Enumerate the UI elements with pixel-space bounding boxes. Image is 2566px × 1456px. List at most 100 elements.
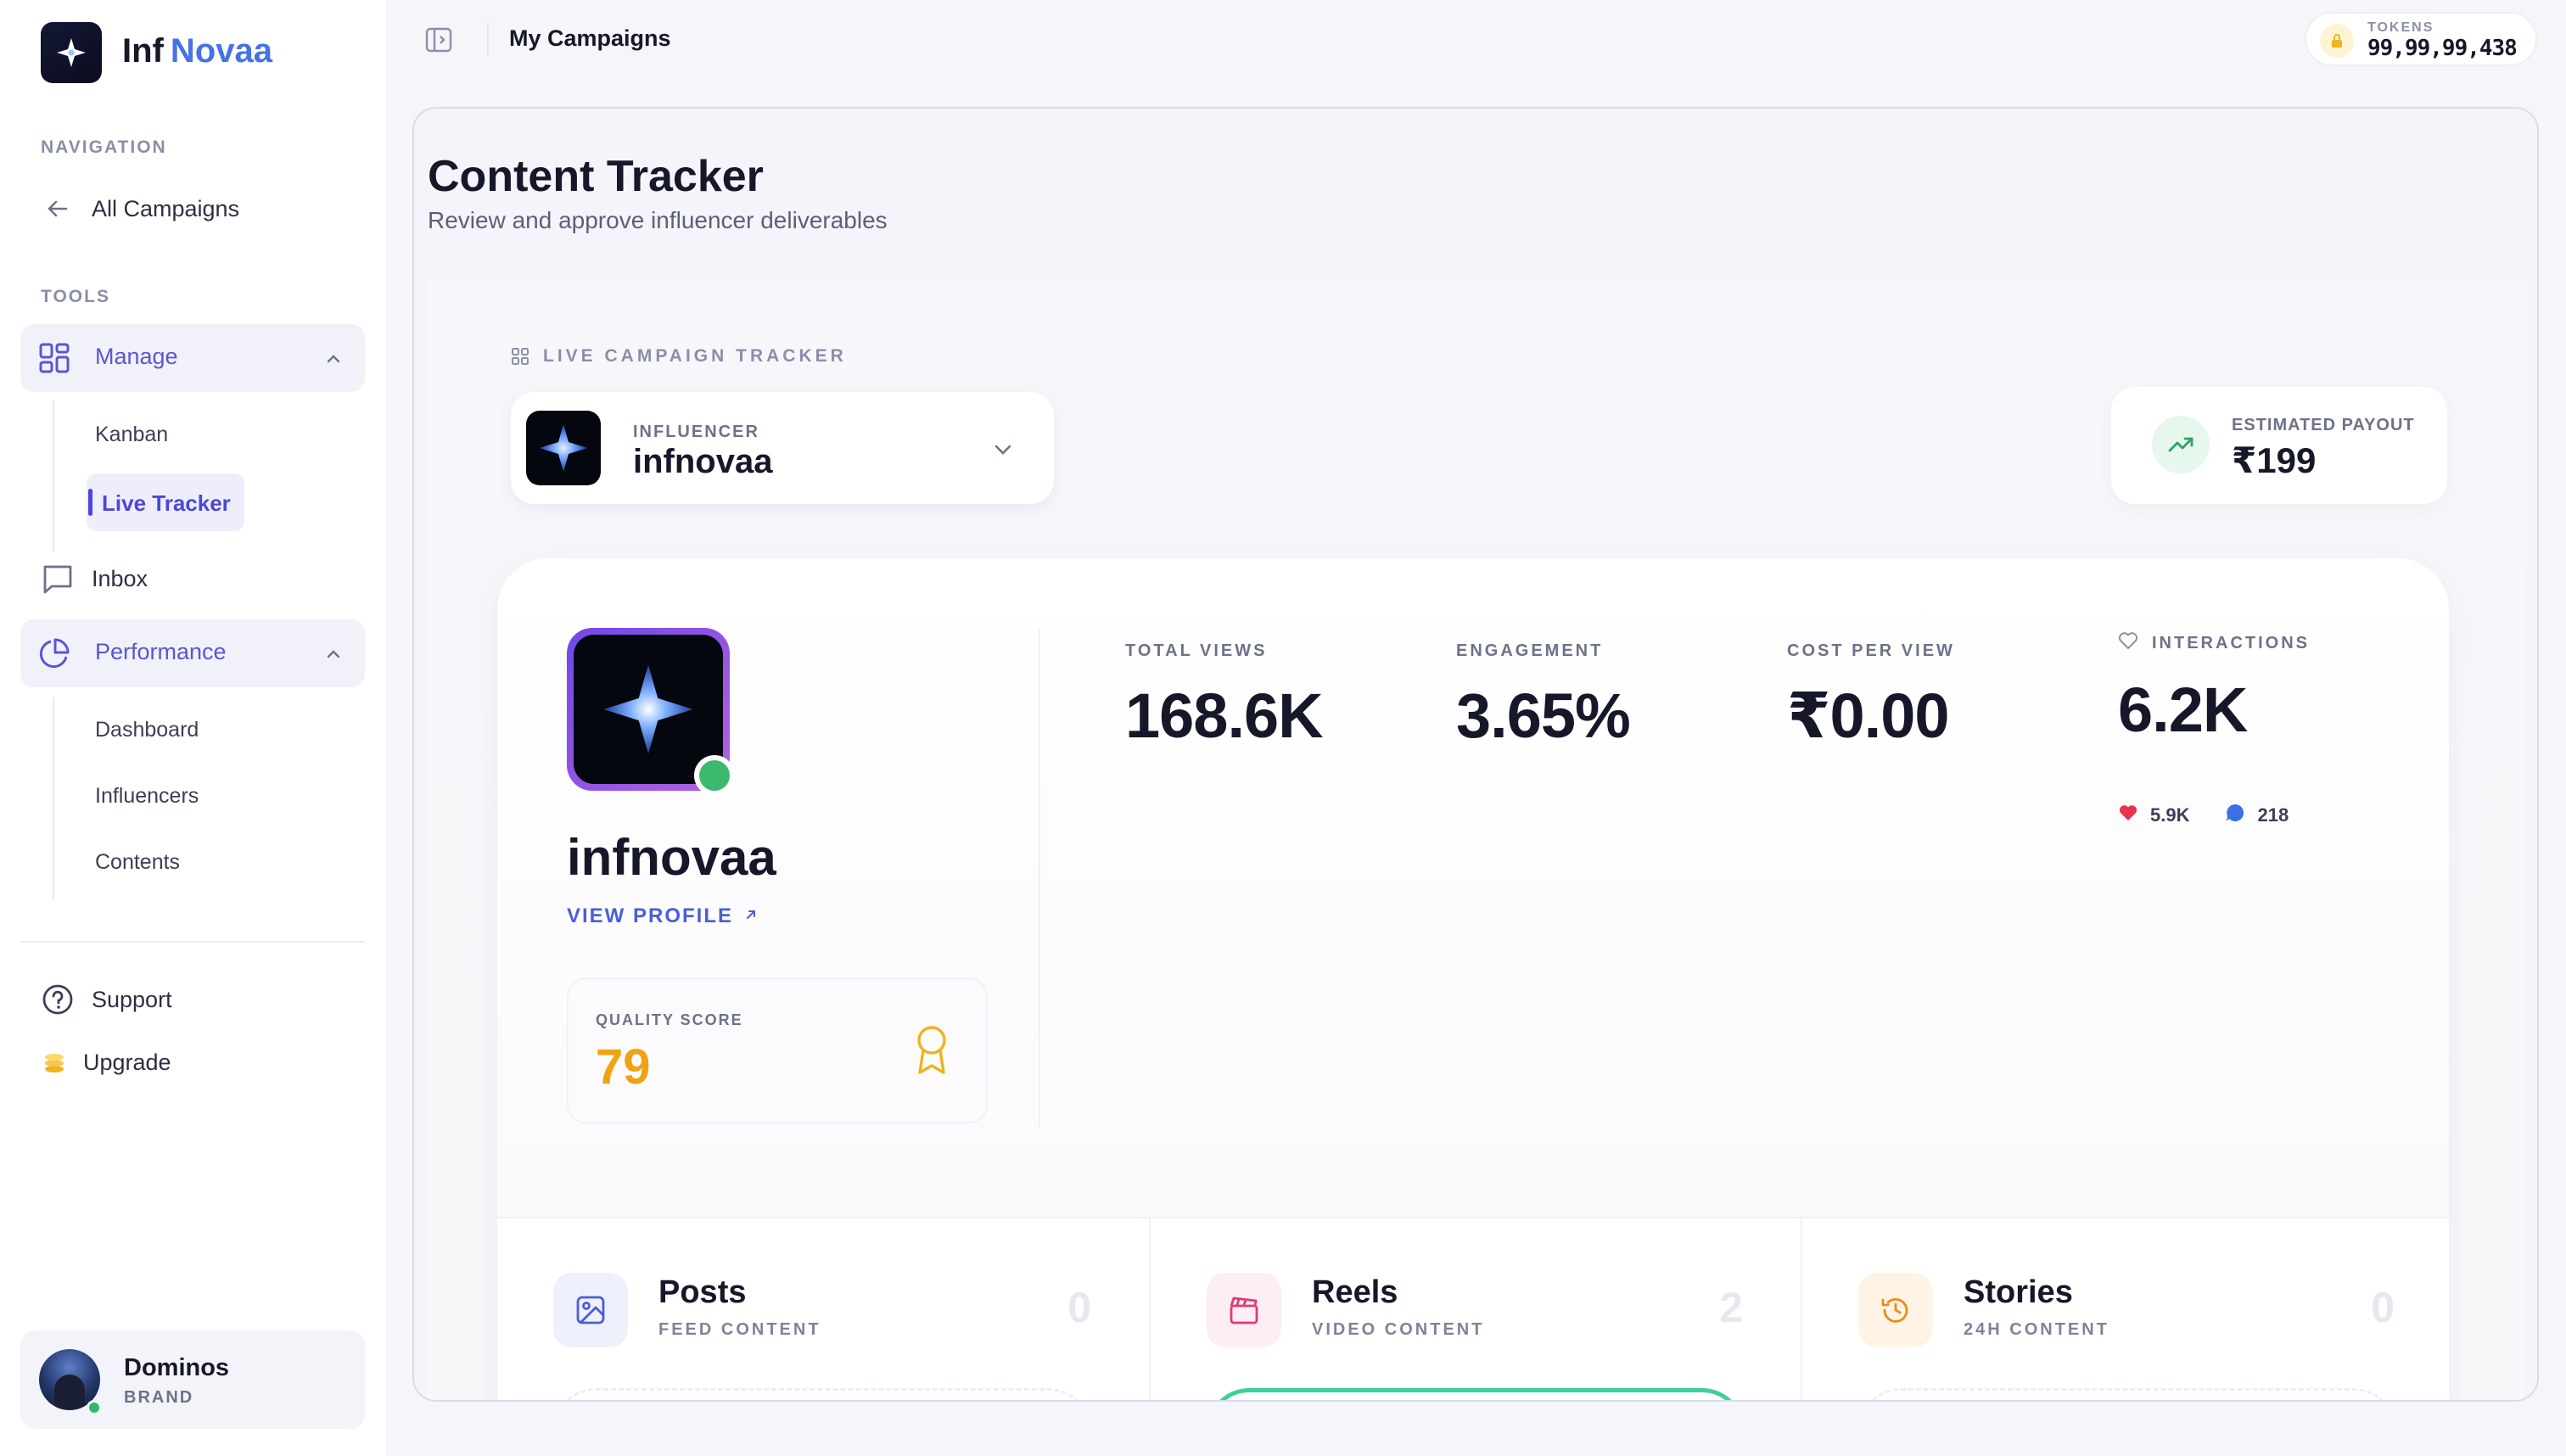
stat-engagement-value: 3.65% — [1456, 680, 1631, 751]
view-profile-link[interactable]: VIEW PROFILE — [567, 904, 759, 928]
influencer-profile-card: infnovaa VIEW PROFILE QUALITY SCORE 79 T… — [497, 558, 2449, 1400]
quality-score-label: QUALITY SCORE — [596, 1011, 743, 1028]
view-profile-label: VIEW PROFILE — [567, 904, 734, 927]
tokens-value: 99,99,99,438 — [2367, 36, 2518, 61]
content-type-stories[interactable]: Stories 24H CONTENT 0 — [1801, 1218, 2449, 1400]
tokens-badge[interactable]: TOKENS 99,99,99,438 — [2305, 12, 2537, 66]
award-icon — [913, 1023, 950, 1082]
heart-outline-icon — [2118, 631, 2138, 655]
nav-live-tracker[interactable]: Live Tracker — [87, 473, 244, 531]
posts-count: 0 — [1067, 1284, 1091, 1331]
stat-interactions: INTERACTIONS 6.2K — [2118, 631, 2310, 746]
navigation-section-title: NAVIGATION — [41, 137, 167, 157]
nav-support-label: Support — [92, 986, 172, 1012]
posts-preview-placeholder — [553, 1388, 1091, 1400]
performance-submenu-line — [53, 697, 54, 901]
stat-cost-per-view-value: ₹0.00 — [1787, 680, 1950, 751]
nav-upgrade-label: Upgrade — [83, 1049, 171, 1075]
sidebar: Inf Novaa NAVIGATION All Campaigns TOOLS … — [0, 0, 386, 1456]
quality-score-value: 79 — [596, 1039, 651, 1095]
stat-cost-per-view-label: COST PER VIEW — [1787, 641, 1955, 660]
stories-count: 0 — [2371, 1284, 2395, 1331]
tools-section-title: TOOLS — [41, 287, 110, 306]
stat-interactions-label-text: INTERACTIONS — [2152, 633, 2310, 652]
stat-interactions-label: INTERACTIONS — [2118, 631, 2310, 655]
online-status-dot — [87, 1400, 102, 1415]
comments-value: 218 — [2257, 804, 2289, 826]
star-logo-icon — [603, 664, 693, 754]
tracker-section-label: LIVE CAMPAIGN TRACKER — [511, 346, 847, 367]
user-card[interactable]: Dominos BRAND — [20, 1330, 365, 1429]
help-circle-icon — [41, 983, 75, 1016]
nav-inbox-label: Inbox — [92, 565, 148, 591]
trending-up-icon — [2152, 416, 2210, 473]
online-status-dot — [694, 755, 735, 796]
stories-preview-placeholder — [1858, 1388, 2396, 1400]
reel-preview-card[interactable] — [1207, 1388, 1745, 1400]
nav-all-campaigns[interactable]: All Campaigns — [41, 192, 239, 226]
stat-total-views: TOTAL VIEWS 168.6K — [1125, 641, 1324, 752]
likes-count: 5.9K — [2118, 804, 2189, 827]
nav-support[interactable]: Support — [41, 983, 172, 1016]
nav-all-campaigns-label: All Campaigns — [92, 195, 240, 221]
page-subtitle: Review and approve influencer deliverabl… — [428, 207, 888, 233]
panel-toggle-icon — [425, 27, 452, 53]
brand-logo[interactable] — [41, 22, 102, 83]
stat-total-views-value: 168.6K — [1125, 680, 1324, 751]
manage-submenu-line — [53, 400, 54, 552]
influencer-dropdown[interactable]: INFLUENCER infnovaa — [511, 392, 1054, 504]
posts-title: Posts — [658, 1274, 747, 1310]
likes-value: 5.9K — [2150, 804, 2190, 826]
content-type-posts[interactable]: Posts FEED CONTENT 0 — [497, 1218, 1147, 1400]
reels-subtitle: VIDEO CONTENT — [1312, 1320, 1485, 1339]
nav-dashboard[interactable]: Dashboard — [95, 718, 199, 742]
chevron-up-icon — [324, 645, 343, 668]
sidebar-divider — [20, 941, 365, 943]
chevron-up-icon — [324, 350, 343, 372]
stat-engagement: ENGAGEMENT 3.65% — [1456, 641, 1631, 752]
nav-manage-label: Manage — [95, 344, 178, 369]
arrow-up-right-icon — [743, 904, 759, 928]
coins-icon — [37, 1045, 71, 1079]
stat-total-views-label: TOTAL VIEWS — [1125, 641, 1268, 660]
stat-engagement-label: ENGAGEMENT — [1456, 641, 1604, 660]
quality-score-card: QUALITY SCORE 79 — [567, 977, 988, 1123]
topbar-separator — [487, 22, 489, 56]
page-title: Content Tracker — [428, 152, 764, 201]
profile-name: infnovaa — [567, 829, 776, 886]
message-circle-icon — [2225, 803, 2245, 828]
user-role: BRAND — [124, 1388, 194, 1407]
estimated-payout-card: ESTIMATED PAYOUT ₹199 — [2111, 387, 2447, 504]
star-logo-icon — [540, 424, 587, 472]
nav-upgrade[interactable]: Upgrade — [37, 1045, 171, 1079]
pie-chart-icon — [37, 636, 71, 670]
reels-count: 2 — [1719, 1284, 1743, 1331]
sidebar-toggle-button[interactable] — [424, 25, 453, 54]
lock-icon — [2320, 24, 2354, 58]
influencer-label: INFLUENCER — [633, 423, 759, 441]
influencer-avatar — [526, 411, 601, 485]
posts-subtitle: FEED CONTENT — [658, 1320, 821, 1339]
profile-divider — [1039, 628, 1040, 1128]
nav-kanban[interactable]: Kanban — [95, 423, 168, 447]
brand-name[interactable]: Inf Novaa — [122, 32, 272, 70]
user-name: Dominos — [124, 1354, 230, 1381]
grid-small-icon — [511, 347, 529, 366]
nav-manage[interactable]: Manage — [20, 324, 365, 392]
clapperboard-icon — [1207, 1273, 1281, 1347]
stat-interactions-value: 6.2K — [2118, 675, 2248, 745]
message-square-icon — [41, 562, 75, 596]
interactions-breakdown: 5.9K 218 — [2118, 803, 2324, 828]
chevron-down-icon — [991, 438, 1015, 466]
comments-count: 218 — [2225, 803, 2289, 828]
content-type-reels[interactable]: Reels VIDEO CONTENT 2 — [1149, 1218, 1799, 1400]
nav-contents[interactable]: Contents — [95, 850, 180, 875]
nav-inbox[interactable]: Inbox — [41, 562, 148, 596]
main-panel: Content Tracker Review and approve influ… — [412, 107, 2539, 1402]
nav-performance-label: Performance — [95, 639, 227, 664]
nav-influencers[interactable]: Influencers — [95, 784, 199, 809]
grid-icon — [37, 341, 71, 375]
history-icon — [1858, 1273, 1933, 1347]
nav-performance[interactable]: Performance — [20, 619, 365, 687]
content-types-row: Posts FEED CONTENT 0 Reels VIDEO CONTENT… — [497, 1217, 2449, 1400]
